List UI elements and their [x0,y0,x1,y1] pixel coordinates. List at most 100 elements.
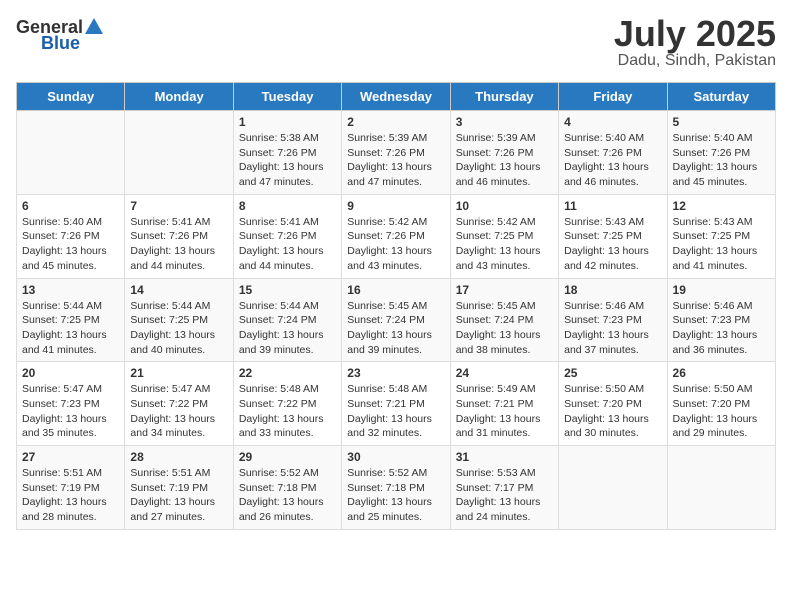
day-info: Sunrise: 5:43 AMSunset: 7:25 PMDaylight:… [673,215,770,274]
calendar-cell: 13 Sunrise: 5:44 AMSunset: 7:25 PMDayligh… [17,278,125,362]
calendar-cell: 28 Sunrise: 5:51 AMSunset: 7:19 PMDayligh… [125,446,233,530]
weekday-header: Tuesday [233,83,341,111]
day-info: Sunrise: 5:45 AMSunset: 7:24 PMDaylight:… [456,299,553,358]
calendar-cell [125,111,233,195]
calendar-cell: 10Sunrise: 5:42 AMSunset: 7:25 PMDayligh… [450,194,558,278]
day-info: Sunrise: 5:39 AMSunset: 7:26 PMDaylight:… [347,131,444,190]
calendar-cell [667,446,775,530]
day-number: 30 [347,450,444,464]
day-info: Sunrise: 5:48 AMSunset: 7:21 PMDaylight:… [347,382,444,441]
day-number: 16 [347,283,444,297]
day-info: Sunrise: 5:41 AMSunset: 7:26 PMDaylight:… [130,215,227,274]
day-info: Sunrise: 5:46 AMSunset: 7:23 PMDaylight:… [673,299,770,358]
day-number: 14 [130,283,227,297]
calendar-week-row: 6Sunrise: 5:40 AMSunset: 7:26 PMDaylight… [17,194,776,278]
day-info: Sunrise: 5:48 AMSunset: 7:22 PMDaylight:… [239,382,336,441]
weekday-header: Monday [125,83,233,111]
day-number: 23 [347,366,444,380]
calendar-cell: 19 Sunrise: 5:46 AMSunset: 7:23 PMDayligh… [667,278,775,362]
calendar-week-row: 13 Sunrise: 5:44 AMSunset: 7:25 PMDayligh… [17,278,776,362]
calendar-cell: 23 Sunrise: 5:48 AMSunset: 7:21 PMDayligh… [342,362,450,446]
day-info: Sunrise: 5:38 AMSunset: 7:26 PMDaylight:… [239,131,336,190]
day-number: 12 [673,199,770,213]
weekday-header: Sunday [17,83,125,111]
day-number: 6 [22,199,119,213]
weekday-header-row: SundayMondayTuesdayWednesdayThursdayFrid… [17,83,776,111]
logo: General Blue [16,16,105,52]
day-info: Sunrise: 5:51 AMSunset: 7:19 PMDaylight:… [22,466,119,525]
day-info: Sunrise: 5:41 AMSunset: 7:26 PMDaylight:… [239,215,336,274]
calendar-cell: 30 Sunrise: 5:52 AMSunset: 7:18 PMDayligh… [342,446,450,530]
calendar-cell: 3 Sunrise: 5:39 AMSunset: 7:26 PMDaylight… [450,111,558,195]
day-info: Sunrise: 5:50 AMSunset: 7:20 PMDaylight:… [673,382,770,441]
day-number: 20 [22,366,119,380]
weekday-header: Saturday [667,83,775,111]
day-number: 28 [130,450,227,464]
day-info: Sunrise: 5:47 AMSunset: 7:23 PMDaylight:… [22,382,119,441]
calendar-week-row: 27Sunrise: 5:51 AMSunset: 7:19 PMDayligh… [17,446,776,530]
day-number: 4 [564,115,661,129]
weekday-header: Wednesday [342,83,450,111]
calendar-week-row: 20 Sunrise: 5:47 AMSunset: 7:23 PMDayligh… [17,362,776,446]
day-number: 10 [456,199,553,213]
calendar-week-row: 1 Sunrise: 5:38 AMSunset: 7:26 PMDaylight… [17,111,776,195]
day-info: Sunrise: 5:39 AMSunset: 7:26 PMDaylight:… [456,131,553,190]
day-number: 18 [564,283,661,297]
day-number: 5 [673,115,770,129]
calendar-cell: 17 Sunrise: 5:45 AMSunset: 7:24 PMDayligh… [450,278,558,362]
calendar-cell: 4 Sunrise: 5:40 AMSunset: 7:26 PMDaylight… [559,111,667,195]
calendar-cell: 21 Sunrise: 5:47 AMSunset: 7:22 PMDayligh… [125,362,233,446]
day-info: Sunrise: 5:50 AMSunset: 7:20 PMDaylight:… [564,382,661,441]
calendar-title: July 2025 [614,16,776,52]
day-info: Sunrise: 5:52 AMSunset: 7:18 PMDaylight:… [347,466,444,525]
calendar-cell: 14Sunrise: 5:44 AMSunset: 7:25 PMDayligh… [125,278,233,362]
day-number: 9 [347,199,444,213]
calendar-cell [559,446,667,530]
calendar-cell: 26 Sunrise: 5:50 AMSunset: 7:20 PMDayligh… [667,362,775,446]
day-info: Sunrise: 5:44 AMSunset: 7:25 PMDaylight:… [22,299,119,358]
calendar-cell: 29 Sunrise: 5:52 AMSunset: 7:18 PMDayligh… [233,446,341,530]
day-info: Sunrise: 5:43 AMSunset: 7:25 PMDaylight:… [564,215,661,274]
day-number: 29 [239,450,336,464]
logo-icon [83,16,105,38]
day-info: Sunrise: 5:46 AMSunset: 7:23 PMDaylight:… [564,299,661,358]
calendar-cell: 12 Sunrise: 5:43 AMSunset: 7:25 PMDayligh… [667,194,775,278]
page-header: General Blue July 2025 Dadu, Sindh, Paki… [16,16,776,70]
calendar-cell [17,111,125,195]
calendar-cell: 2Sunrise: 5:39 AMSunset: 7:26 PMDaylight… [342,111,450,195]
calendar-cell: 16 Sunrise: 5:45 AMSunset: 7:24 PMDayligh… [342,278,450,362]
calendar-cell: 7 Sunrise: 5:41 AMSunset: 7:26 PMDaylight… [125,194,233,278]
day-number: 22 [239,366,336,380]
day-info: Sunrise: 5:47 AMSunset: 7:22 PMDaylight:… [130,382,227,441]
day-number: 17 [456,283,553,297]
day-number: 1 [239,115,336,129]
calendar-cell: 27Sunrise: 5:51 AMSunset: 7:19 PMDayligh… [17,446,125,530]
day-number: 7 [130,199,227,213]
day-number: 19 [673,283,770,297]
day-info: Sunrise: 5:52 AMSunset: 7:18 PMDaylight:… [239,466,336,525]
calendar-table: SundayMondayTuesdayWednesdayThursdayFrid… [16,82,776,530]
day-info: Sunrise: 5:42 AMSunset: 7:26 PMDaylight:… [347,215,444,274]
weekday-header: Friday [559,83,667,111]
day-number: 24 [456,366,553,380]
day-info: Sunrise: 5:40 AMSunset: 7:26 PMDaylight:… [564,131,661,190]
day-number: 3 [456,115,553,129]
calendar-cell: 31 Sunrise: 5:53 AMSunset: 7:17 PMDayligh… [450,446,558,530]
title-block: July 2025 Dadu, Sindh, Pakistan [614,16,776,70]
day-info: Sunrise: 5:51 AMSunset: 7:19 PMDaylight:… [130,466,227,525]
day-info: Sunrise: 5:40 AMSunset: 7:26 PMDaylight:… [673,131,770,190]
day-info: Sunrise: 5:45 AMSunset: 7:24 PMDaylight:… [347,299,444,358]
day-number: 13 [22,283,119,297]
day-info: Sunrise: 5:49 AMSunset: 7:21 PMDaylight:… [456,382,553,441]
logo-blue: Blue [41,34,80,52]
day-number: 31 [456,450,553,464]
calendar-cell: 9 Sunrise: 5:42 AMSunset: 7:26 PMDaylight… [342,194,450,278]
calendar-subtitle: Dadu, Sindh, Pakistan [614,52,776,70]
day-number: 26 [673,366,770,380]
day-number: 11 [564,199,661,213]
calendar-cell: 5 Sunrise: 5:40 AMSunset: 7:26 PMDaylight… [667,111,775,195]
day-info: Sunrise: 5:53 AMSunset: 7:17 PMDaylight:… [456,466,553,525]
calendar-cell: 18 Sunrise: 5:46 AMSunset: 7:23 PMDayligh… [559,278,667,362]
day-number: 25 [564,366,661,380]
day-number: 21 [130,366,227,380]
